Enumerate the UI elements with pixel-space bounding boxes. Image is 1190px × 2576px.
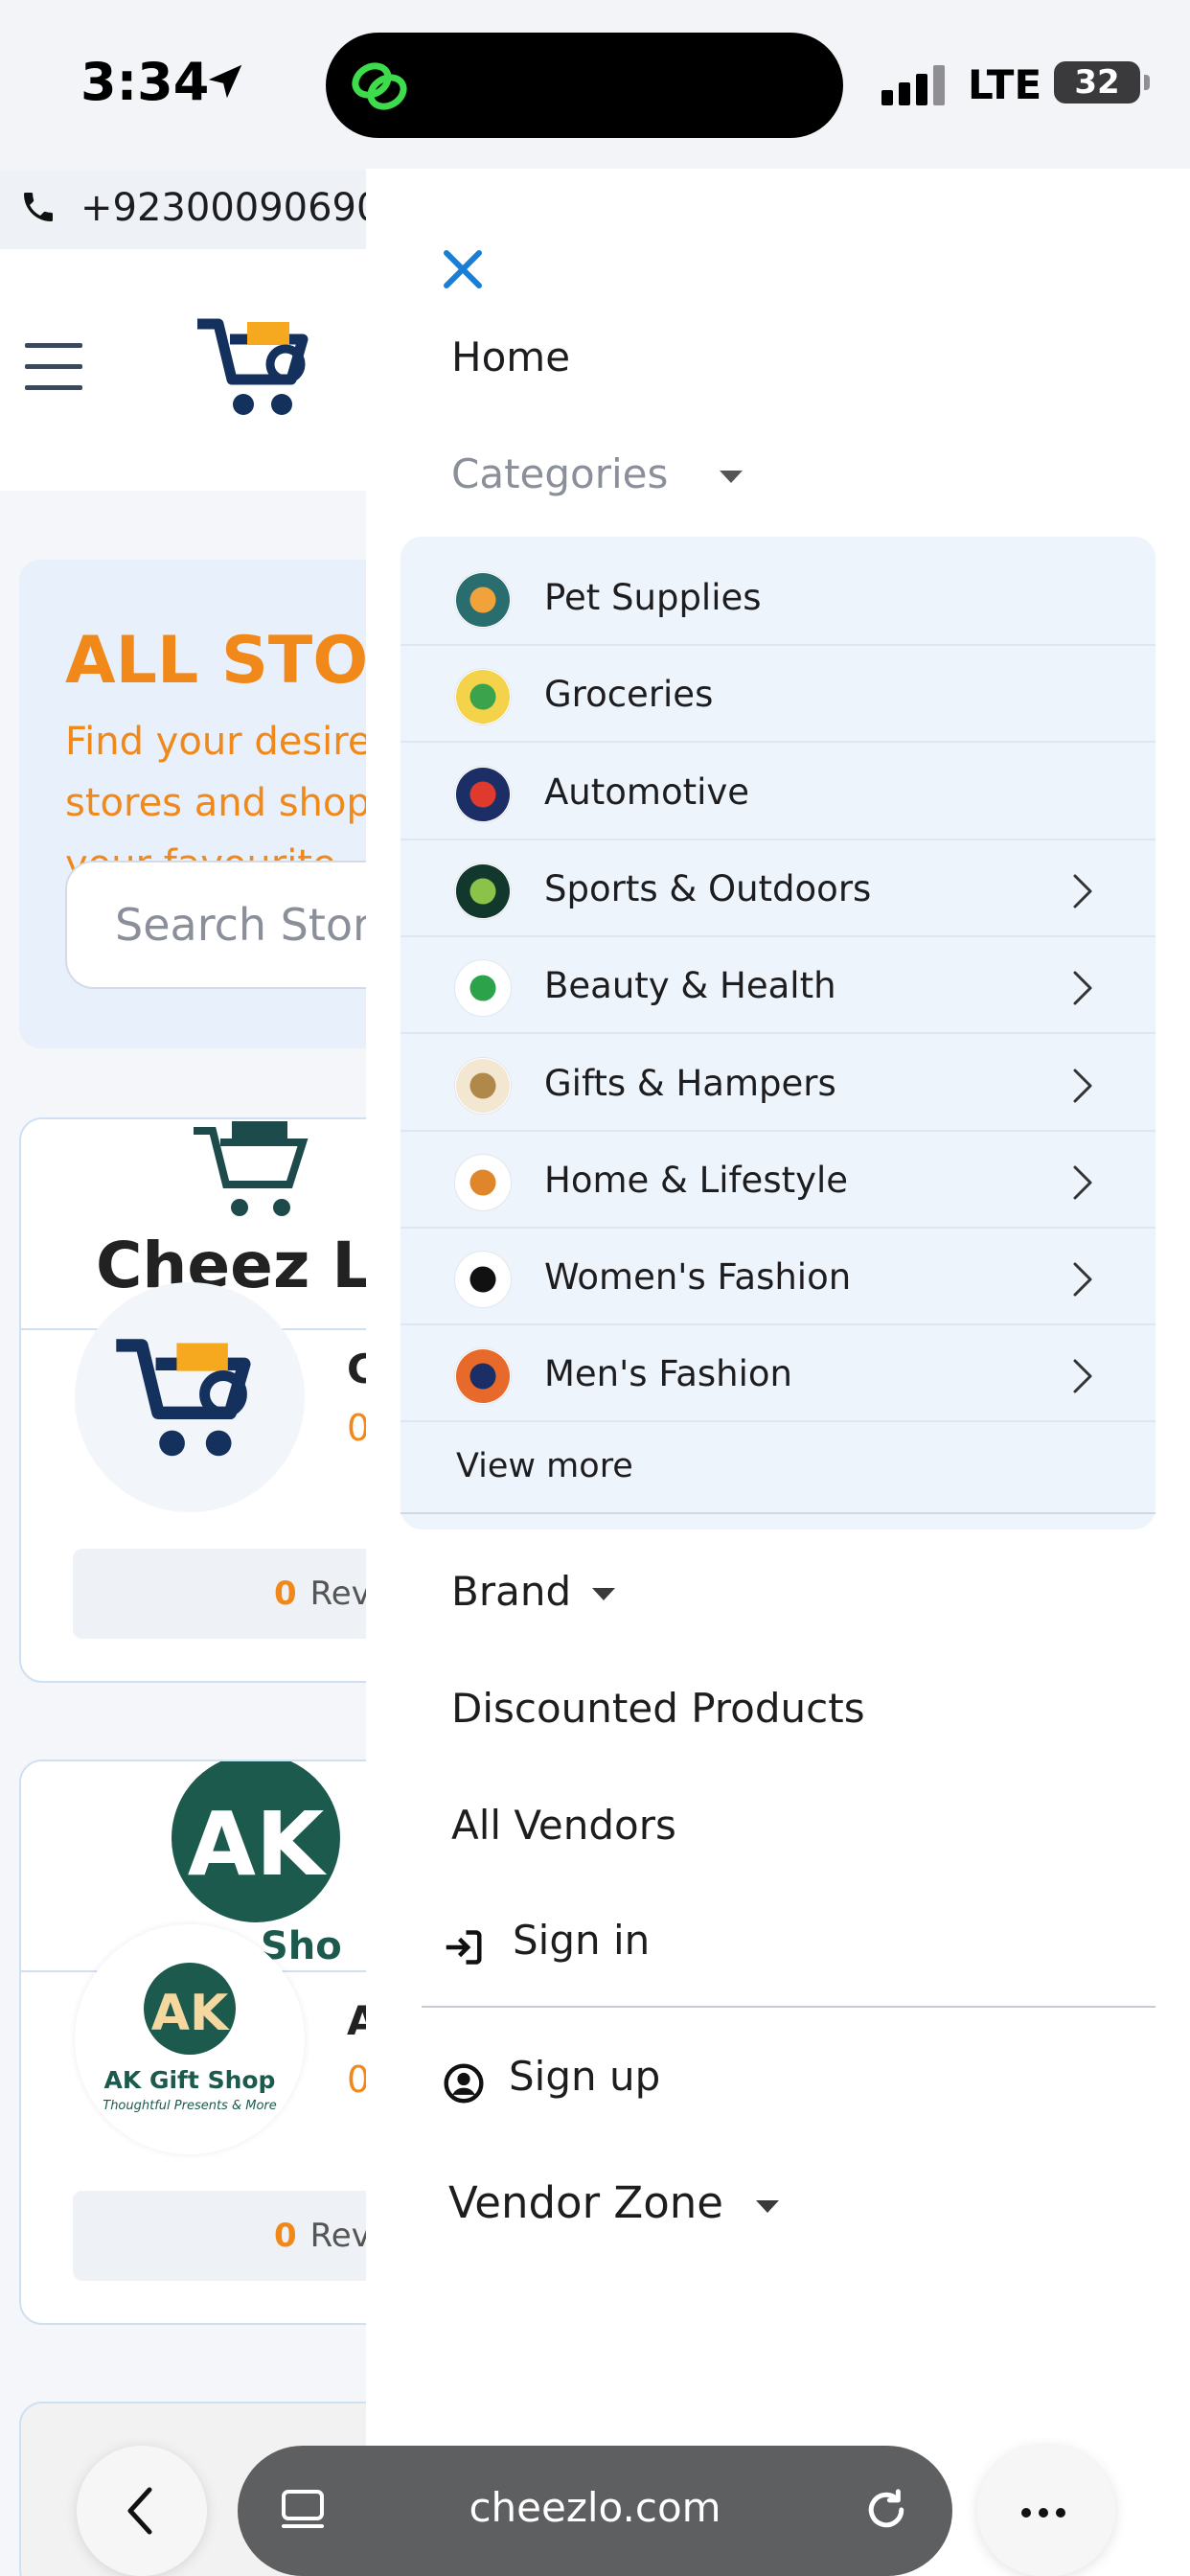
category-thumbnail-icon [454,1347,512,1406]
caret-down-icon [720,471,744,483]
category-thumbnail-icon [454,862,512,920]
reviews-count: 0 [274,1575,297,1613]
link-icon [352,62,407,110]
category-thumbnail-icon [454,765,512,823]
category-label: Beauty & Health [544,965,836,1007]
category-label: Home & Lifestyle [544,1159,849,1201]
category-item[interactable]: Sports & Outdoors [400,841,1156,937]
more-dots-icon [1021,2503,1073,2521]
ak-gift-logo: AK [172,1761,340,1922]
battery-icon: 32 [1054,61,1140,104]
nav-sign-up[interactable]: Sign up [509,2053,660,2100]
categories-divider [400,1512,1156,1514]
category-thumbnail-icon [454,959,512,1018]
browser-back-button[interactable] [77,2446,207,2576]
reviews-count: 0 [274,2217,297,2255]
chevron-right-icon[interactable] [1071,1260,1094,1299]
nav-sign-in[interactable]: Sign in [513,1917,650,1964]
user-circle-icon [444,2063,484,2104]
cart-icon [194,1121,309,1216]
category-label: Pet Supplies [544,577,762,618]
sign-in-icon [446,1930,482,1965]
category-item[interactable]: Men's Fashion [400,1326,1156,1423]
nav-all-vendors[interactable]: All Vendors [451,1802,676,1849]
store-logo-text: AK Gift Shop [103,2066,276,2094]
status-time: 3:34 [80,52,210,112]
store-logo-tagline: Thoughtful Presents & More [103,2099,277,2113]
chevron-right-icon[interactable] [1071,969,1094,1007]
nav-home[interactable]: Home [451,334,570,380]
signal-icon [881,65,945,105]
url-text: cheezlo.com [469,2484,721,2531]
chevron-right-icon[interactable] [1071,872,1094,910]
svg-text:AK: AK [151,1985,230,2042]
svg-text:AK: AK [188,1793,328,1896]
drawer-divider [422,2006,1156,2008]
chevron-right-icon[interactable] [1071,1357,1094,1395]
chevron-right-icon[interactable] [1071,1163,1094,1202]
category-thumbnail-icon [454,1251,512,1309]
chevron-right-icon[interactable] [1071,1067,1094,1105]
nav-categories[interactable]: Categories [451,450,744,497]
category-thumbnail-icon [454,571,512,629]
category-label: Gifts & Hampers [544,1062,836,1104]
chevron-left-icon [127,2487,152,2535]
battery-tip [1144,75,1150,90]
store-avatar: AK AK Gift Shop Thoughtful Presents & Mo… [75,1924,305,2154]
location-arrow-icon [208,64,242,99]
browser-more-button[interactable] [977,2446,1115,2576]
category-label: Sports & Outdoors [544,867,872,909]
category-item[interactable]: Pet Supplies [400,550,1156,646]
category-thumbnail-icon [454,1153,512,1211]
network-type: LTE [968,61,1042,108]
status-bar: 3:34 LTE 32 [0,0,1190,171]
category-item[interactable]: Groceries [400,647,1156,744]
nav-categories-label: Categories [451,450,669,497]
store-avatar [75,1282,305,1512]
browser-address-bar[interactable]: cheezlo.com [238,2446,952,2576]
category-label: Groceries [544,674,714,716]
nav-discounted-products[interactable]: Discounted Products [451,1685,865,1732]
nav-vendor-zone-label: Vendor Zone [448,2177,723,2228]
caret-down-icon [592,1588,616,1600]
close-icon[interactable] [439,245,487,293]
cheezlo-logo[interactable] [192,316,326,422]
category-item[interactable]: Women's Fashion [400,1230,1156,1326]
category-item[interactable]: Beauty & Health [400,938,1156,1035]
caret-down-icon [755,2199,779,2213]
category-thumbnail-icon [454,668,512,726]
menu-icon[interactable] [25,343,82,391]
reload-icon[interactable] [860,2484,912,2536]
phone-icon [24,193,53,221]
category-label: Men's Fashion [544,1353,792,1395]
category-item[interactable]: Home & Lifestyle [400,1133,1156,1229]
category-item[interactable]: Gifts & Hampers [400,1036,1156,1132]
category-item[interactable]: Automotive [400,745,1156,840]
nav-brand[interactable]: Brand [451,1568,616,1615]
view-more-link[interactable]: View more [456,1447,633,1485]
category-thumbnail-icon [454,1056,512,1115]
nav-vendor-zone[interactable]: Vendor Zone [448,2177,779,2228]
category-label: Women's Fashion [544,1256,852,1299]
category-label: Automotive [544,770,750,813]
contact-phone[interactable]: +923000906902 [80,186,405,230]
dynamic-island [326,33,843,138]
nav-brand-label: Brand [451,1568,572,1615]
